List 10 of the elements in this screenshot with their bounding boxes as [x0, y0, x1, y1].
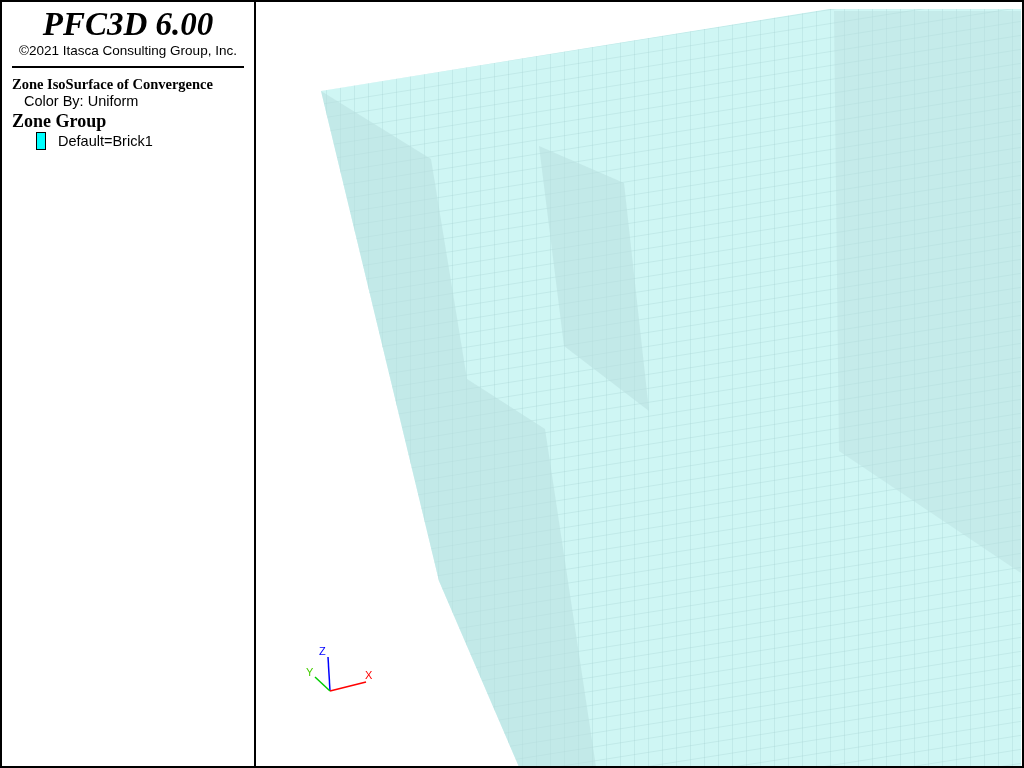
z-axis-label: Z [319, 645, 326, 657]
color-by-label: Color By: Uniform [24, 93, 139, 109]
axis-triad-icon [314, 656, 367, 692]
legend-label: Default=Brick1 [58, 133, 153, 149]
legend-group-title: Zone Group [12, 111, 107, 132]
program-title: PFC3D 6.00 [42, 6, 214, 42]
x-axis-label: X [365, 669, 373, 681]
y-axis-label: Y [306, 666, 314, 678]
plot-item-title: Zone IsoSurface of Convergence [12, 76, 213, 93]
copyright-text: ©2021 Itasca Consulting Group, Inc. [19, 43, 237, 58]
